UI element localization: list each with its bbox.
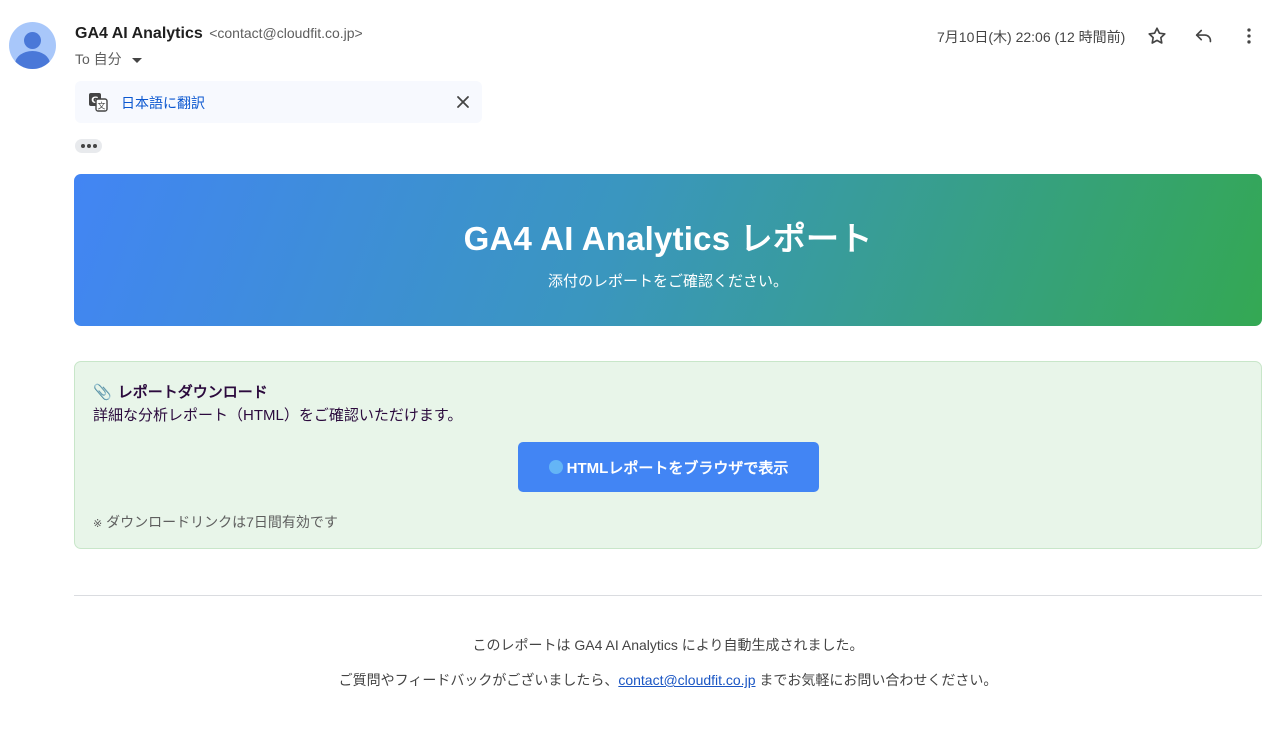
view-html-report-button[interactable]: HTMLレポートをブラウザで表示	[518, 442, 819, 492]
close-icon[interactable]	[454, 93, 472, 111]
message-date: 7月10日(木) 22:06 (12 時間前)	[937, 29, 1126, 45]
recipient-line[interactable]: To 自分	[75, 49, 142, 69]
avatar-body	[15, 51, 50, 69]
report-banner: GA4 AI Analytics レポート 添付のレポートをご確認ください。	[74, 174, 1262, 326]
dot	[80, 144, 85, 148]
translate-link[interactable]: 日本語に翻訳	[121, 93, 205, 113]
reply-icon[interactable]	[1192, 24, 1216, 48]
sender-avatar[interactable]	[9, 22, 56, 69]
globe-icon	[548, 460, 563, 474]
more-vert-icon[interactable]	[1237, 24, 1261, 48]
recipient-label: To 自分	[75, 51, 122, 67]
show-trimmed-content-button[interactable]	[75, 139, 102, 153]
download-title: 📎 レポートダウンロード	[93, 381, 268, 402]
sender-name[interactable]: GA4 AI Analytics	[75, 25, 203, 42]
download-note: ※ ダウンロードリンクは7日間有効です	[93, 512, 338, 532]
download-card: 📎 レポートダウンロード 詳細な分析レポート（HTML）をご確認いただけます。 …	[74, 361, 1262, 549]
sender-info: GA4 AI Analytics <contact@cloudfit.co.jp…	[75, 25, 363, 43]
dot	[92, 144, 97, 148]
footer-contact-before: ご質問やフィードバックがございましたら、	[338, 672, 619, 688]
download-title-text: レポートダウンロード	[117, 384, 268, 401]
download-description: 詳細な分析レポート（HTML）をご確認いただけます。	[93, 407, 463, 424]
banner-title: GA4 AI Analytics レポート	[463, 220, 873, 257]
footer-contact-after: までお気軽にお問い合わせください。	[755, 672, 998, 688]
svg-text:文: 文	[98, 101, 106, 111]
star-icon[interactable]	[1145, 24, 1169, 48]
paperclip-icon: 📎	[93, 383, 112, 401]
translate-bar: G 文 日本語に翻訳	[75, 81, 482, 123]
chevron-down-icon[interactable]	[131, 57, 142, 63]
footer-divider	[74, 595, 1262, 596]
dot	[86, 144, 91, 148]
note-text: ダウンロードリンクは7日間有効です	[106, 514, 338, 530]
sender-email: <contact@cloudfit.co.jp>	[209, 25, 363, 41]
footer-generated-text: このレポートは GA4 AI Analytics により自動生成されました。	[472, 637, 864, 653]
banner-subtitle: 添付のレポートをご確認ください。	[547, 273, 788, 290]
contact-email-link[interactable]: contact@cloudfit.co.jp	[618, 672, 755, 688]
footer-contact-text: ご質問やフィードバックがございましたら、contact@cloudfit.co.…	[0, 670, 1280, 690]
view-html-report-label: HTMLレポートをブラウザで表示	[566, 459, 789, 477]
avatar-head	[24, 32, 41, 49]
note-mark: ※	[93, 518, 103, 530]
translate-icon: G 文	[89, 93, 108, 112]
